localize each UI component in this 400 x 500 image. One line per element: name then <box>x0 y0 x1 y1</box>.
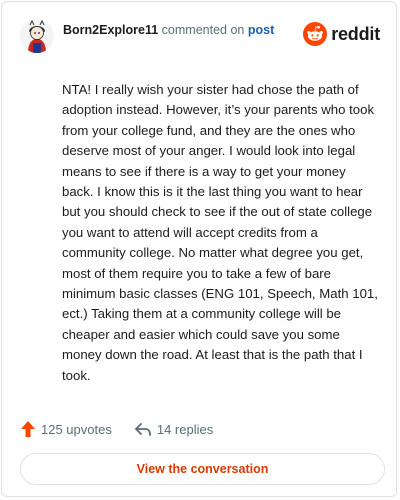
reply-stat[interactable]: 14 replies <box>134 421 213 437</box>
action-text: commented on <box>161 23 245 37</box>
reddit-logo[interactable]: reddit <box>303 22 380 46</box>
reddit-snoo-icon <box>303 22 328 46</box>
upvote-count: 125 upvotes <box>41 421 112 437</box>
upvote-arrow-icon <box>21 421 35 437</box>
comment-card: Born2Explore11 commented on post reddit … <box>1 1 397 497</box>
user-avatar[interactable] <box>20 19 54 53</box>
upvote-stat[interactable]: 125 upvotes <box>20 420 112 438</box>
reddit-wordmark: reddit <box>331 23 380 44</box>
comment-meta: Born2Explore11 commented on post <box>63 22 274 38</box>
comment-body: NTA! I really wish your sister had chose… <box>62 82 378 383</box>
view-conversation-button[interactable]: View the conversation <box>20 453 385 485</box>
username-link[interactable]: Born2Explore11 <box>63 23 158 37</box>
reply-count: 14 replies <box>156 421 214 437</box>
reply-arrow-icon <box>134 423 151 436</box>
comment-header: Born2Explore11 commented on post reddit <box>20 16 380 56</box>
post-link[interactable]: post <box>248 23 274 37</box>
comment-stats: 125 upvotes 14 replies <box>20 418 235 440</box>
